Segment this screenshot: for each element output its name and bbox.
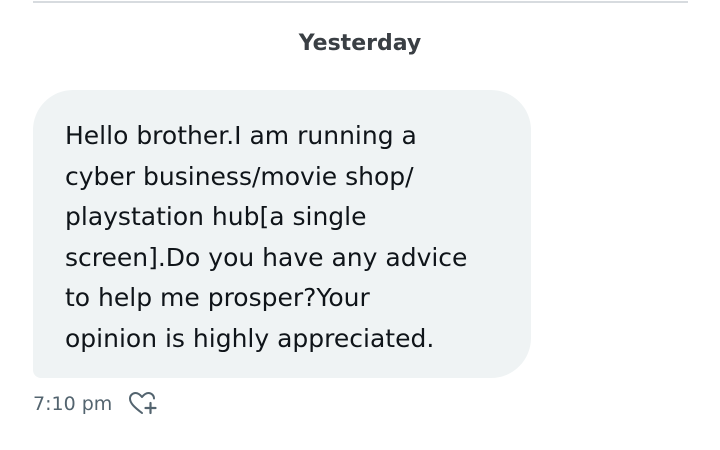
date-separator: Yesterday xyxy=(0,31,720,56)
message-text: Hello brother.I am running a cyber busin… xyxy=(65,121,468,353)
top-divider xyxy=(33,1,688,3)
message-bubble[interactable]: Hello brother.I am running a cyber busin… xyxy=(33,90,531,378)
heart-plus-icon xyxy=(129,392,157,415)
message-timestamp: 7:10 pm xyxy=(33,393,113,415)
date-separator-label: Yesterday xyxy=(298,31,422,56)
message-meta: 7:10 pm xyxy=(33,391,160,417)
react-button[interactable] xyxy=(128,391,160,417)
